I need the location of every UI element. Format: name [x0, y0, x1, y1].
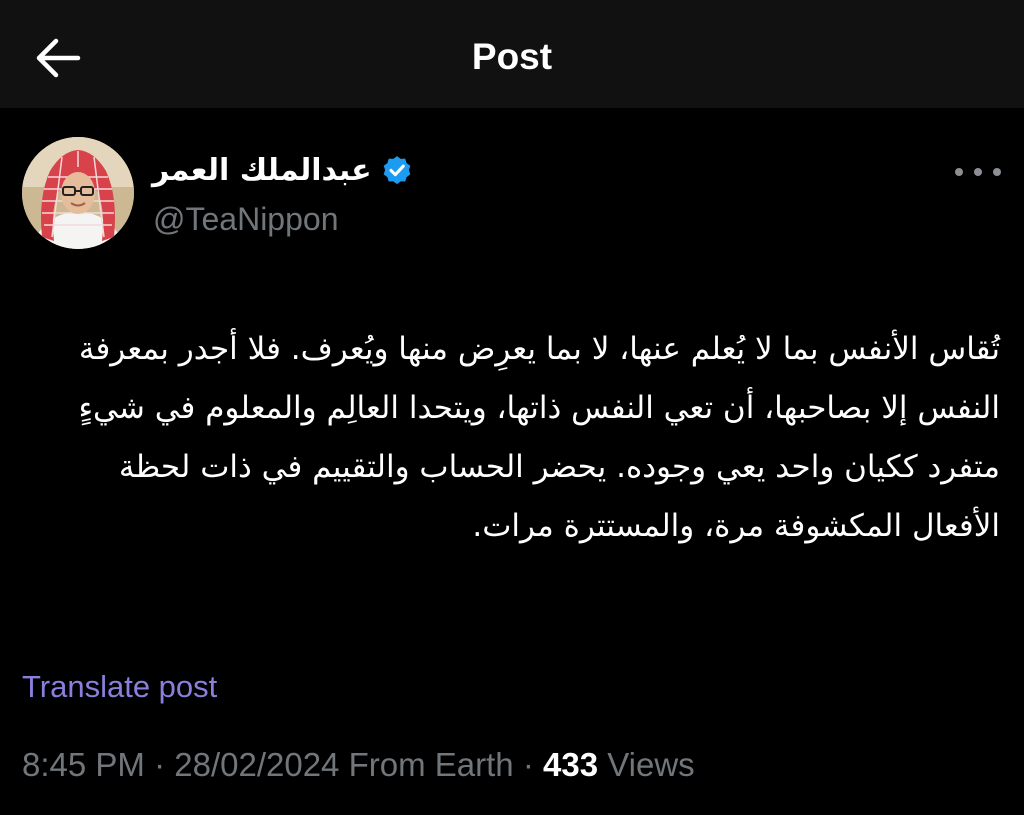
more-dot-icon [974, 168, 982, 176]
post-source: From Earth [348, 746, 514, 783]
views-count[interactable]: 433 [543, 746, 598, 783]
translate-post-link[interactable]: Translate post [22, 667, 217, 707]
profile-photo [22, 137, 134, 249]
avatar[interactable] [22, 137, 134, 249]
meta-separator: · [522, 746, 534, 783]
verified-badge-icon [383, 156, 410, 185]
more-dot-icon [993, 168, 1001, 176]
post-time: 8:45 PM [22, 746, 145, 783]
user-handle[interactable]: @TeaNippon [153, 198, 338, 240]
post-body-text: تُقاس الأنفس بما لا يُعلم عنها، لا بما ي… [68, 331, 1000, 544]
more-options-button[interactable] [955, 158, 1001, 186]
author-row: عبدالملك العمر [152, 148, 414, 194]
more-dot-icon [955, 168, 963, 176]
top-bar: Post [0, 0, 1024, 108]
views-label[interactable]: Views [607, 746, 694, 783]
display-name[interactable]: عبدالملك العمر [152, 148, 372, 194]
page-title: Post [471, 36, 553, 77]
meta-separator: · [154, 746, 166, 783]
post-metadata: 8:45 PM · 28/02/2024 From Earth · 433 Vi… [22, 744, 695, 786]
post-date: 28/02/2024 [174, 746, 340, 783]
